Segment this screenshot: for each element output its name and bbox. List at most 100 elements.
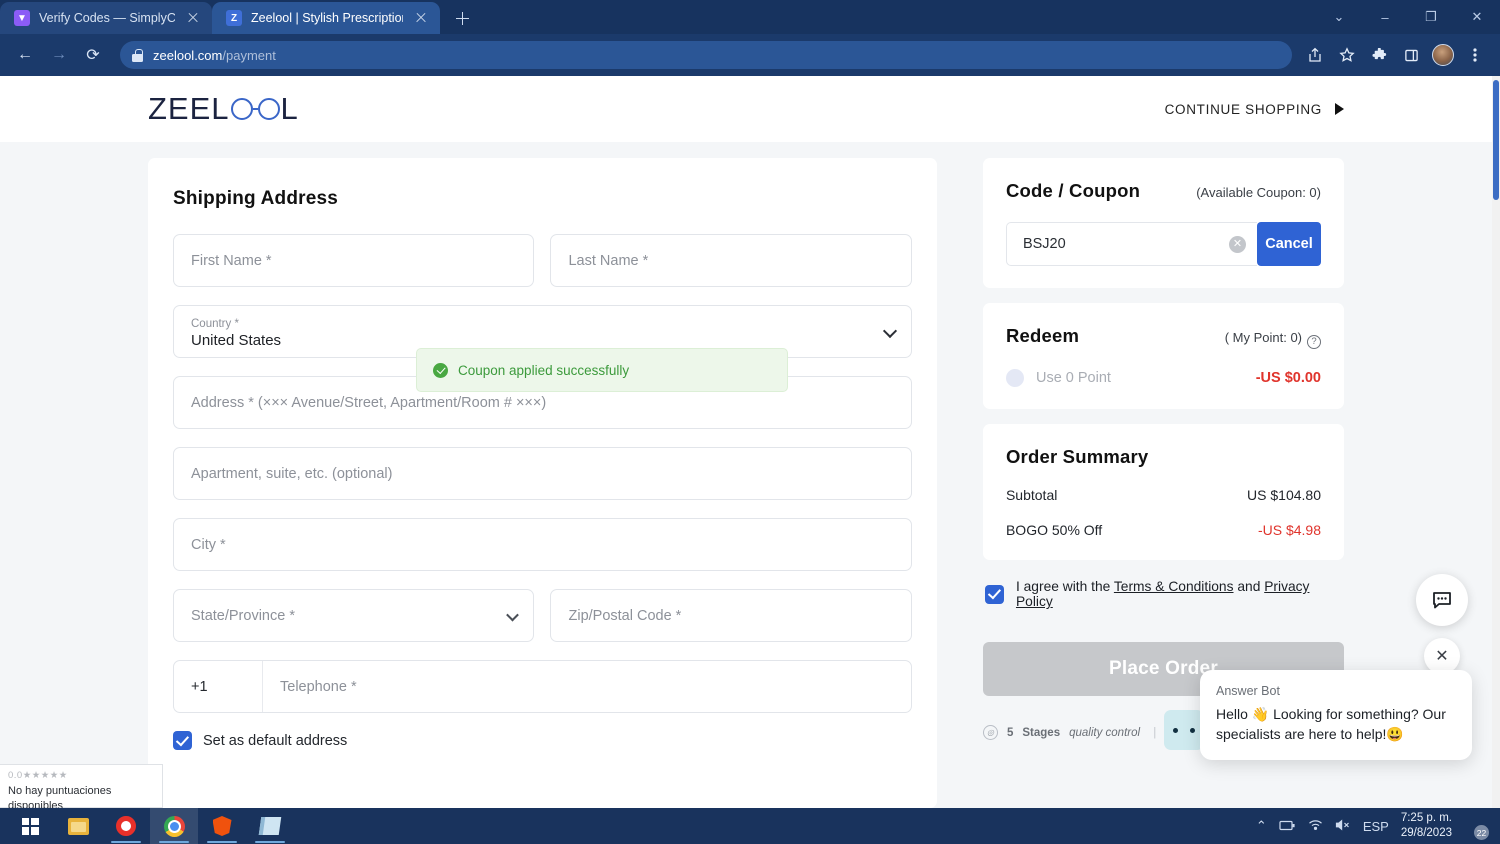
state-placeholder: State/Province * [191, 607, 295, 624]
agreement-checkbox[interactable] [984, 584, 1004, 604]
logo-text-after: L [280, 91, 299, 126]
brave-icon[interactable] [198, 808, 246, 844]
set-default-address-row[interactable]: Set as default address [173, 731, 912, 750]
windows-taskbar: ⌃ ESP 7:25 p. m. 29/8/2023 22 [0, 808, 1500, 844]
battery-icon[interactable] [1279, 819, 1296, 834]
use-point-row[interactable]: Use 0 Point -US $0.00 [1005, 369, 1321, 387]
bot-name: Answer Bot [1216, 684, 1280, 698]
chevron-down-icon [506, 608, 520, 621]
terms-link[interactable]: Terms & Conditions [1114, 579, 1234, 594]
zip-input[interactable]: Zip/Postal Code * [550, 589, 912, 642]
wifi-icon[interactable] [1308, 819, 1323, 834]
browser-tab-simplycodes[interactable]: ▼ Verify Codes — SimplyCodes [0, 2, 212, 34]
tab-strip: ▼ Verify Codes — SimplyCodes Z Zeelool |… [0, 0, 1500, 34]
language-indicator[interactable]: ESP [1363, 819, 1389, 834]
continue-shopping-button[interactable]: CONTINUE SHOPPING [1165, 102, 1344, 117]
side-panel-icon[interactable] [1396, 40, 1426, 70]
zeelool-favicon: Z [226, 10, 242, 26]
page-scrollbar-thumb[interactable] [1493, 80, 1499, 200]
new-tab-button[interactable] [448, 4, 476, 32]
rating-text: No hay puntuaciones disponibles [8, 785, 112, 808]
extensions-puzzle-icon[interactable] [1364, 40, 1394, 70]
use-point-radio[interactable] [1005, 369, 1024, 387]
agreement-prefix: I agree with the [1015, 579, 1114, 594]
qc-stage-word: Stages [1022, 726, 1061, 739]
tab-title: Zeelool | Stylish Prescription Glas [251, 11, 403, 25]
chevron-down-icon [882, 323, 898, 338]
toast-message: Coupon applied successfully [458, 362, 630, 378]
summary-amount: US $104.80 [1247, 487, 1321, 503]
opera-icon[interactable] [102, 808, 150, 844]
first-name-placeholder: First Name * [191, 252, 272, 269]
close-icon[interactable] [412, 9, 430, 27]
cancel-coupon-button[interactable]: Cancel [1257, 222, 1321, 266]
sticky-notes-icon[interactable] [246, 808, 294, 844]
coupon-input-row: BSJ20 ✕ Cancel [1005, 222, 1321, 266]
summary-amount: -US $4.98 [1257, 522, 1321, 538]
last-name-placeholder: Last Name * [568, 252, 649, 269]
chat-launcher-button[interactable] [1416, 574, 1468, 626]
chevron-right-icon [1335, 103, 1344, 115]
agreement-row[interactable]: I agree with the Terms & Conditions and … [983, 579, 1344, 609]
share-icon[interactable] [1300, 40, 1330, 70]
clear-icon[interactable]: ✕ [1229, 235, 1246, 253]
chat-close-button[interactable]: ✕ [1424, 638, 1460, 674]
back-icon[interactable]: ← [10, 40, 40, 70]
state-select[interactable]: State/Province * [173, 589, 535, 642]
file-explorer-icon[interactable] [54, 808, 102, 844]
city-placeholder: City * [191, 536, 226, 553]
zeelool-logo[interactable]: ZEEL L [148, 91, 299, 127]
maximize-icon[interactable]: ❐ [1408, 0, 1454, 34]
notification-center-icon[interactable]: 22 [1464, 815, 1489, 840]
first-name-input[interactable]: First Name * [173, 234, 535, 287]
redeem-amount: -US $0.00 [1255, 370, 1321, 386]
page-title: Shipping Address [173, 188, 339, 209]
address-bar[interactable]: zeelool.com /payment [120, 41, 1292, 69]
apartment-placeholder: Apartment, suite, etc. (optional) [191, 465, 393, 482]
rating-stars: 0.0★★★★★ [8, 770, 154, 782]
avatar[interactable] [1428, 40, 1458, 70]
telephone-input[interactable]: Telephone * [263, 661, 911, 712]
last-name-input[interactable]: Last Name * [550, 234, 912, 287]
minimize-icon[interactable]: – [1362, 0, 1408, 34]
url-path: /payment [222, 47, 276, 63]
city-input[interactable]: City * [173, 518, 912, 571]
windows-start-icon[interactable] [6, 808, 54, 844]
chrome-menu-icon[interactable] [1460, 40, 1490, 70]
reload-icon[interactable]: ⟳ [78, 40, 108, 70]
qc-stage-number: 5 [1006, 726, 1014, 739]
set-default-address-label: Set as default address [203, 732, 348, 749]
page-body: Shipping Address First Name * Last Name … [0, 142, 1492, 808]
window-close-icon[interactable]: ✕ [1454, 0, 1500, 34]
redeem-title: Redeem [1005, 325, 1080, 346]
help-icon[interactable]: ? [1307, 334, 1321, 349]
forward-icon[interactable]: → [44, 40, 74, 70]
clock-time: 7:25 p. m. [1400, 812, 1452, 824]
page-viewport: ZEEL L CONTINUE SHOPPING Shipping Addres… [0, 76, 1492, 808]
stars-icon: ★★★★★ [22, 770, 68, 781]
summary-row-bogo: BOGO 50% Off -US $4.98 [1006, 522, 1321, 538]
country-code-value[interactable]: +1 [174, 661, 263, 712]
coupon-success-toast: Coupon applied successfully [416, 348, 788, 392]
bookmark-star-icon[interactable] [1332, 40, 1362, 70]
country-value: United States [191, 332, 282, 349]
address-placeholder: Address * (××× Avenue/Street, Apartment/… [191, 394, 547, 411]
name-row: First Name * Last Name * [173, 234, 912, 287]
magnifier-icon: ◎ [982, 725, 998, 740]
taskbar-clock[interactable]: 7:25 p. m. 29/8/2023 [1401, 811, 1452, 841]
close-icon[interactable] [184, 9, 202, 27]
coupon-card: Code / Coupon (Available Coupon: 0) BSJ2… [982, 158, 1344, 288]
browser-window: ▼ Verify Codes — SimplyCodes Z Zeelool |… [0, 0, 1500, 844]
rating-score: 0.0 [8, 770, 23, 781]
set-default-address-checkbox[interactable] [173, 731, 192, 750]
window-controls: ⌄ – ❐ ✕ [1316, 0, 1500, 34]
continue-shopping-label: CONTINUE SHOPPING [1164, 101, 1322, 117]
chrome-icon[interactable] [150, 808, 198, 844]
tray-chevron-up-icon[interactable]: ⌃ [1256, 818, 1267, 834]
chat-bot-message-card[interactable]: Answer Bot Hello 👋 Looking for something… [1200, 670, 1472, 760]
tab-search-chevron-down-icon[interactable]: ⌄ [1316, 0, 1362, 34]
coupon-input[interactable]: BSJ20 ✕ [1005, 222, 1257, 266]
apartment-input[interactable]: Apartment, suite, etc. (optional) [173, 447, 912, 500]
browser-tab-zeelool[interactable]: Z Zeelool | Stylish Prescription Glas [212, 2, 440, 34]
volume-muted-icon[interactable] [1335, 819, 1351, 834]
